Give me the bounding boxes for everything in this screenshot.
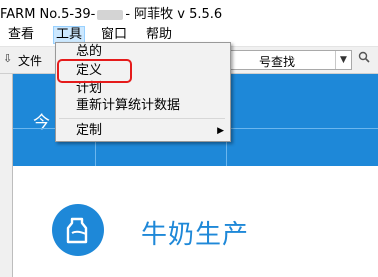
menu-item-customize[interactable]: 定制 [76, 123, 102, 139]
file-button[interactable]: 文件 [18, 52, 42, 69]
search-icon[interactable] [356, 51, 372, 67]
menu-window[interactable]: 窗口 [99, 27, 129, 43]
menu-separator [59, 118, 225, 119]
redacted-text [97, 9, 124, 20]
tools-dropdown-menu: 总的 定义 计划 重新计算统计数据 定制 ▶ [55, 42, 231, 142]
chevron-right-icon: ▶ [217, 126, 224, 136]
milk-bottle-icon[interactable] [52, 204, 104, 256]
milk-production-title[interactable]: 牛奶生产 [141, 214, 249, 251]
left-strip [0, 74, 12, 277]
banner-text: 今 [33, 113, 50, 133]
highlight-annotation [57, 59, 132, 83]
window-title: FARM No.5-39- - 阿菲牧 v 5.5.6 [0, 3, 222, 22]
menu-help[interactable]: 帮助 [144, 27, 174, 43]
menu-item-general[interactable]: 总的 [76, 44, 102, 60]
search-field[interactable]: 号查找 ▼ [218, 50, 352, 70]
window-title-suffix: - 阿菲牧 v 5.5.6 [125, 7, 223, 22]
window-title-prefix: FARM No.5-39- [0, 7, 96, 22]
menu-item-recalculate-stats[interactable]: 重新计算统计数据 [76, 98, 180, 114]
tool-icon[interactable]: ⇩ [3, 53, 15, 65]
menu-item-plan[interactable]: 计划 [76, 81, 102, 97]
title-bar: FARM No.5-39- - 阿菲牧 v 5.5.6 [0, 0, 378, 24]
search-field-value: 号查找 [259, 55, 296, 69]
dropdown-arrow-icon[interactable]: ▼ [335, 51, 351, 69]
menu-view[interactable]: 查看 [6, 27, 36, 43]
